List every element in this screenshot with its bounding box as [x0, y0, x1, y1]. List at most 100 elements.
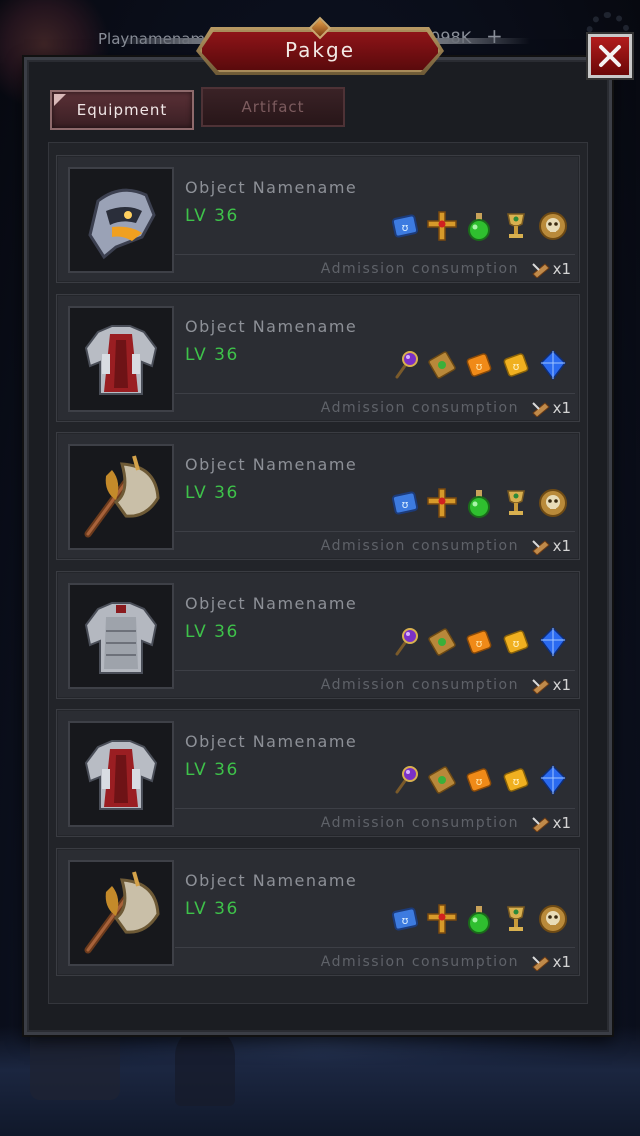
item-name: Object Namename — [185, 317, 358, 336]
consumption-quantity: x1 — [552, 814, 571, 832]
svg-text:ʊ: ʊ — [402, 498, 409, 511]
gold-scroll-icon[interactable]: ʊ — [498, 762, 534, 798]
item-name: Object Namename — [185, 455, 358, 474]
golden-skull-medal-icon[interactable] — [535, 208, 571, 244]
item-thumbnail[interactable] — [68, 860, 174, 966]
item-thumbnail[interactable] — [68, 583, 174, 689]
gold-scroll-icon[interactable]: ʊ — [498, 347, 534, 383]
golden-cross-icon[interactable] — [424, 485, 460, 521]
admission-consumption-label: Admission consumption — [320, 815, 519, 831]
golden-chalice-icon[interactable] — [498, 901, 534, 937]
consumption-quantity: x1 — [552, 399, 571, 417]
scroll-icon[interactable] — [424, 624, 460, 660]
svg-text:ʊ: ʊ — [476, 637, 483, 650]
item-card[interactable]: Object Namename LV 36 ʊ ʊ Admission consumpt… — [56, 294, 580, 422]
ticket-icon — [531, 537, 551, 556]
background-rock — [30, 1030, 120, 1100]
divider — [175, 393, 575, 394]
reward-list: ʊ — [387, 208, 571, 244]
item-name: Object Namename — [185, 178, 358, 197]
close-icon — [599, 45, 621, 67]
blue-crystal-icon[interactable] — [535, 624, 571, 660]
golden-skull-medal-icon[interactable] — [535, 485, 571, 521]
item-level: LV 36 — [185, 760, 239, 780]
blue-crystal-icon[interactable] — [535, 347, 571, 383]
blue-crystal-icon[interactable] — [535, 762, 571, 798]
item-card[interactable]: Object Namename LV 36 ʊ ʊ Admission consumpt… — [56, 571, 580, 699]
scroll-icon[interactable] — [424, 762, 460, 798]
admission-consumption-label: Admission consumption — [320, 954, 519, 970]
item-card[interactable]: Object Namename LV 36 ʊ ʊ Admission consumpt… — [56, 709, 580, 837]
admission-consumption-label: Admission consumption — [320, 400, 519, 416]
red-chest-armor-icon — [84, 325, 158, 395]
reward-list: ʊʊ — [387, 762, 571, 798]
svg-text:ʊ: ʊ — [513, 637, 520, 650]
reward-list: ʊʊ — [387, 624, 571, 660]
ticket-icon — [531, 953, 551, 972]
purple-orb-staff-icon[interactable] — [387, 347, 423, 383]
green-potion-icon[interactable] — [461, 208, 497, 244]
item-thumbnail[interactable] — [68, 167, 174, 273]
divider — [175, 531, 575, 532]
background-rock — [175, 1026, 235, 1106]
item-level: LV 36 — [185, 622, 239, 642]
golden-chalice-icon[interactable] — [498, 208, 534, 244]
orange-scroll-icon[interactable]: ʊ — [461, 762, 497, 798]
item-level: LV 36 — [185, 206, 239, 226]
consumption-quantity: x1 — [552, 953, 571, 971]
silver-chest-armor-icon — [84, 602, 158, 674]
consumption-quantity: x1 — [552, 537, 571, 555]
tab-equipment[interactable]: Equipment — [50, 90, 194, 130]
red-chest-armor-icon — [84, 740, 158, 810]
green-potion-icon[interactable] — [461, 485, 497, 521]
golden-cross-icon[interactable] — [424, 901, 460, 937]
green-potion-icon[interactable] — [461, 901, 497, 937]
blue-rune-book-icon[interactable]: ʊ — [387, 208, 423, 244]
item-name: Object Namename — [185, 732, 358, 751]
svg-text:ʊ: ʊ — [513, 775, 520, 788]
scroll-icon[interactable] — [424, 347, 460, 383]
blue-rune-book-icon[interactable]: ʊ — [387, 901, 423, 937]
item-card[interactable]: Object Namename LV 36 ʊ Admission consumpti… — [56, 848, 580, 976]
close-button[interactable] — [588, 34, 632, 78]
item-level: LV 36 — [185, 345, 239, 365]
item-thumbnail[interactable] — [68, 721, 174, 827]
tab-artifact[interactable]: Artifact — [201, 87, 345, 127]
window-title: Pakge — [285, 38, 355, 62]
ticket-icon — [531, 814, 551, 833]
gold-scroll-icon[interactable]: ʊ — [498, 624, 534, 660]
divider — [175, 808, 575, 809]
item-thumbnail[interactable] — [68, 444, 174, 550]
blue-rune-book-icon[interactable]: ʊ — [387, 485, 423, 521]
purple-orb-staff-icon[interactable] — [387, 762, 423, 798]
helmet-icon — [88, 188, 156, 260]
item-card[interactable]: Object Namename LV 36 ʊ Admission consumpti… — [56, 432, 580, 560]
title-banner: Pakge — [110, 16, 530, 75]
item-level: LV 36 — [185, 899, 239, 919]
svg-text:ʊ: ʊ — [402, 914, 409, 927]
admission-consumption-label: Admission consumption — [320, 677, 519, 693]
item-name: Object Namename — [185, 871, 358, 890]
item-thumbnail[interactable] — [68, 306, 174, 412]
item-level: LV 36 — [185, 483, 239, 503]
orange-scroll-icon[interactable]: ʊ — [461, 347, 497, 383]
divider — [175, 947, 575, 948]
divider — [175, 670, 575, 671]
reward-list: ʊ — [387, 485, 571, 521]
golden-chalice-icon[interactable] — [498, 485, 534, 521]
svg-text:ʊ: ʊ — [513, 360, 520, 373]
ticket-icon — [531, 260, 551, 279]
item-card[interactable]: Object Namename LV 36 ʊ Admission consumpti… — [56, 155, 580, 283]
ticket-icon — [531, 399, 551, 418]
ticket-icon — [531, 676, 551, 695]
orange-scroll-icon[interactable]: ʊ — [461, 624, 497, 660]
svg-text:ʊ: ʊ — [476, 360, 483, 373]
purple-orb-staff-icon[interactable] — [387, 624, 423, 660]
item-name: Object Namename — [185, 594, 358, 613]
divider — [175, 254, 575, 255]
consumption-quantity: x1 — [552, 676, 571, 694]
golden-cross-icon[interactable] — [424, 208, 460, 244]
golden-skull-medal-icon[interactable] — [535, 901, 571, 937]
admission-consumption-label: Admission consumption — [320, 261, 519, 277]
svg-text:ʊ: ʊ — [476, 775, 483, 788]
